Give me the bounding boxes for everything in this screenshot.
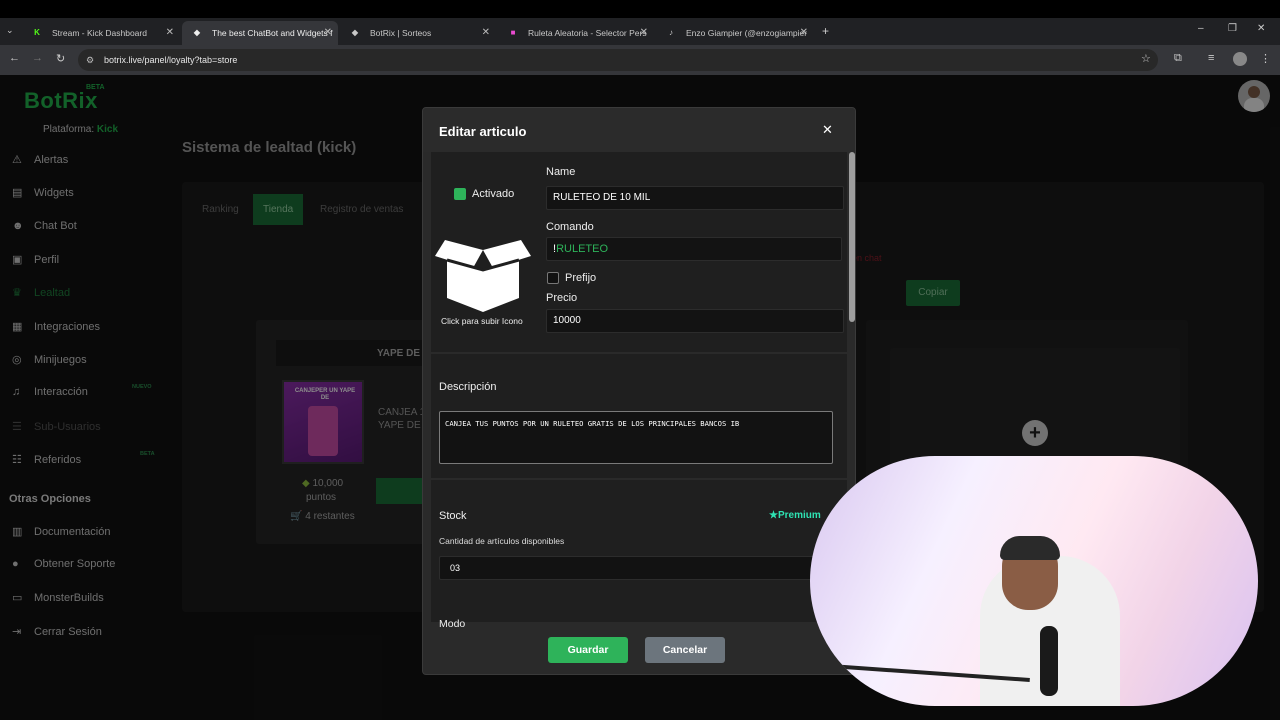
tab-search-icon[interactable]: ⌄ bbox=[6, 25, 14, 36]
tab-close-icon[interactable]: ✕ bbox=[324, 21, 332, 45]
name-input[interactable]: RULETEO DE 10 MIL bbox=[546, 186, 844, 210]
activated-label: Activado bbox=[472, 188, 515, 200]
extensions-icon[interactable]: ⧉ bbox=[1174, 52, 1182, 65]
tab-label: Ruleta Aleatoria - Selector Pers bbox=[528, 28, 647, 38]
save-button[interactable]: Guardar bbox=[548, 637, 628, 663]
back-icon[interactable]: ← bbox=[9, 52, 20, 64]
divider bbox=[431, 352, 847, 354]
tab-label: BotRix | Sorteos bbox=[370, 28, 432, 38]
new-tab-icon[interactable]: + bbox=[822, 24, 829, 38]
modal-scrollbar[interactable] bbox=[849, 152, 855, 322]
tab-ruleta[interactable]: ■ Ruleta Aleatoria - Selector Pers ✕ bbox=[498, 21, 654, 45]
botrix-favicon-icon: ◆ bbox=[351, 28, 359, 37]
tab-botrix-sorteos[interactable]: ◆ BotRix | Sorteos ✕ bbox=[340, 21, 496, 45]
command-input[interactable]: !RULETEO bbox=[546, 237, 842, 261]
tab-close-icon[interactable]: ✕ bbox=[800, 21, 808, 45]
premium-badge: ★Premium bbox=[769, 510, 821, 521]
tab-strip: ⌄ K Stream - Kick Dashboard ✕ ◆ The best… bbox=[0, 18, 1280, 45]
top-strip bbox=[0, 0, 1280, 18]
bookmark-star-icon[interactable]: ☆ bbox=[1141, 52, 1151, 65]
stock-hint: Cantidad de artículos disponibles bbox=[439, 536, 565, 546]
url-input[interactable]: ⚙ botrix.live/panel/loyalty?tab=store bbox=[78, 49, 1158, 71]
tiktok-favicon-icon: ♪ bbox=[669, 28, 673, 37]
name-label: Name bbox=[546, 166, 576, 178]
minimize-icon[interactable]: – bbox=[1198, 23, 1204, 34]
media-icon[interactable]: ≡ bbox=[1208, 52, 1214, 64]
tab-botrix-chatbot[interactable]: ◆ The best ChatBot and Widgets f ✕ bbox=[182, 21, 338, 45]
tab-label: The best ChatBot and Widgets f bbox=[212, 28, 333, 38]
prefix-label: Prefijo bbox=[565, 272, 597, 284]
kick-favicon-icon: K bbox=[34, 28, 40, 37]
tab-label: Stream - Kick Dashboard bbox=[52, 28, 147, 38]
stock-label: Stock bbox=[439, 510, 467, 522]
webcam-overlay bbox=[810, 456, 1258, 706]
microphone-icon bbox=[1040, 626, 1058, 696]
modal-title: Editar articulo bbox=[439, 124, 527, 139]
command-label: Comando bbox=[546, 221, 594, 233]
maximize-icon[interactable]: ❐ bbox=[1228, 23, 1237, 34]
activated-checkbox[interactable] bbox=[454, 188, 466, 200]
ruleta-favicon-icon: ■ bbox=[510, 28, 516, 37]
botrix-favicon-icon: ◆ bbox=[193, 28, 201, 37]
price-input[interactable]: 10000 bbox=[546, 309, 844, 333]
tab-close-icon[interactable]: ✕ bbox=[166, 21, 174, 45]
tab-label: Enzo Giampier (@enzogiampier bbox=[686, 28, 808, 38]
tab-close-icon[interactable]: ✕ bbox=[640, 21, 648, 45]
command-value: RULETEO bbox=[556, 243, 609, 255]
close-icon[interactable]: ✕ bbox=[822, 122, 833, 138]
box-svg bbox=[435, 240, 531, 312]
prefix-checkbox[interactable] bbox=[547, 272, 559, 284]
url-text: botrix.live/panel/loyalty?tab=store bbox=[104, 55, 238, 65]
description-label: Descripción bbox=[439, 381, 497, 393]
site-info-icon[interactable]: ⚙ bbox=[86, 49, 94, 71]
menu-kebab-icon[interactable]: ⋮ bbox=[1260, 52, 1271, 65]
forward-icon[interactable]: → bbox=[32, 52, 43, 64]
star-icon: ★ bbox=[769, 510, 778, 521]
box-icon[interactable] bbox=[433, 236, 533, 312]
stock-input[interactable]: 03 bbox=[439, 556, 833, 580]
cancel-button[interactable]: Cancelar bbox=[645, 637, 725, 663]
description-textarea[interactable]: CANJEA TUS PUNTOS POR UN RULETEO GRATIS … bbox=[439, 411, 833, 464]
profile-avatar-icon[interactable] bbox=[1233, 52, 1247, 66]
divider bbox=[431, 478, 847, 480]
modal-body: Activado Click para subir Icono Name RUL… bbox=[431, 152, 847, 630]
tab-close-icon[interactable]: ✕ bbox=[482, 21, 490, 45]
price-label: Precio bbox=[546, 292, 578, 304]
edit-item-modal: Editar articulo ✕ Activado Click para su… bbox=[422, 107, 856, 675]
tab-kick-dashboard[interactable]: K Stream - Kick Dashboard ✕ bbox=[22, 21, 180, 45]
person-hair bbox=[1000, 536, 1060, 560]
reload-icon[interactable]: ↻ bbox=[56, 52, 65, 65]
upload-icon-label[interactable]: Click para subir Icono bbox=[441, 316, 523, 326]
window-close-icon[interactable]: ✕ bbox=[1257, 23, 1265, 34]
tab-tiktok[interactable]: ♪ Enzo Giampier (@enzogiampier ✕ bbox=[656, 21, 814, 45]
mode-label: Modo bbox=[439, 618, 466, 630]
